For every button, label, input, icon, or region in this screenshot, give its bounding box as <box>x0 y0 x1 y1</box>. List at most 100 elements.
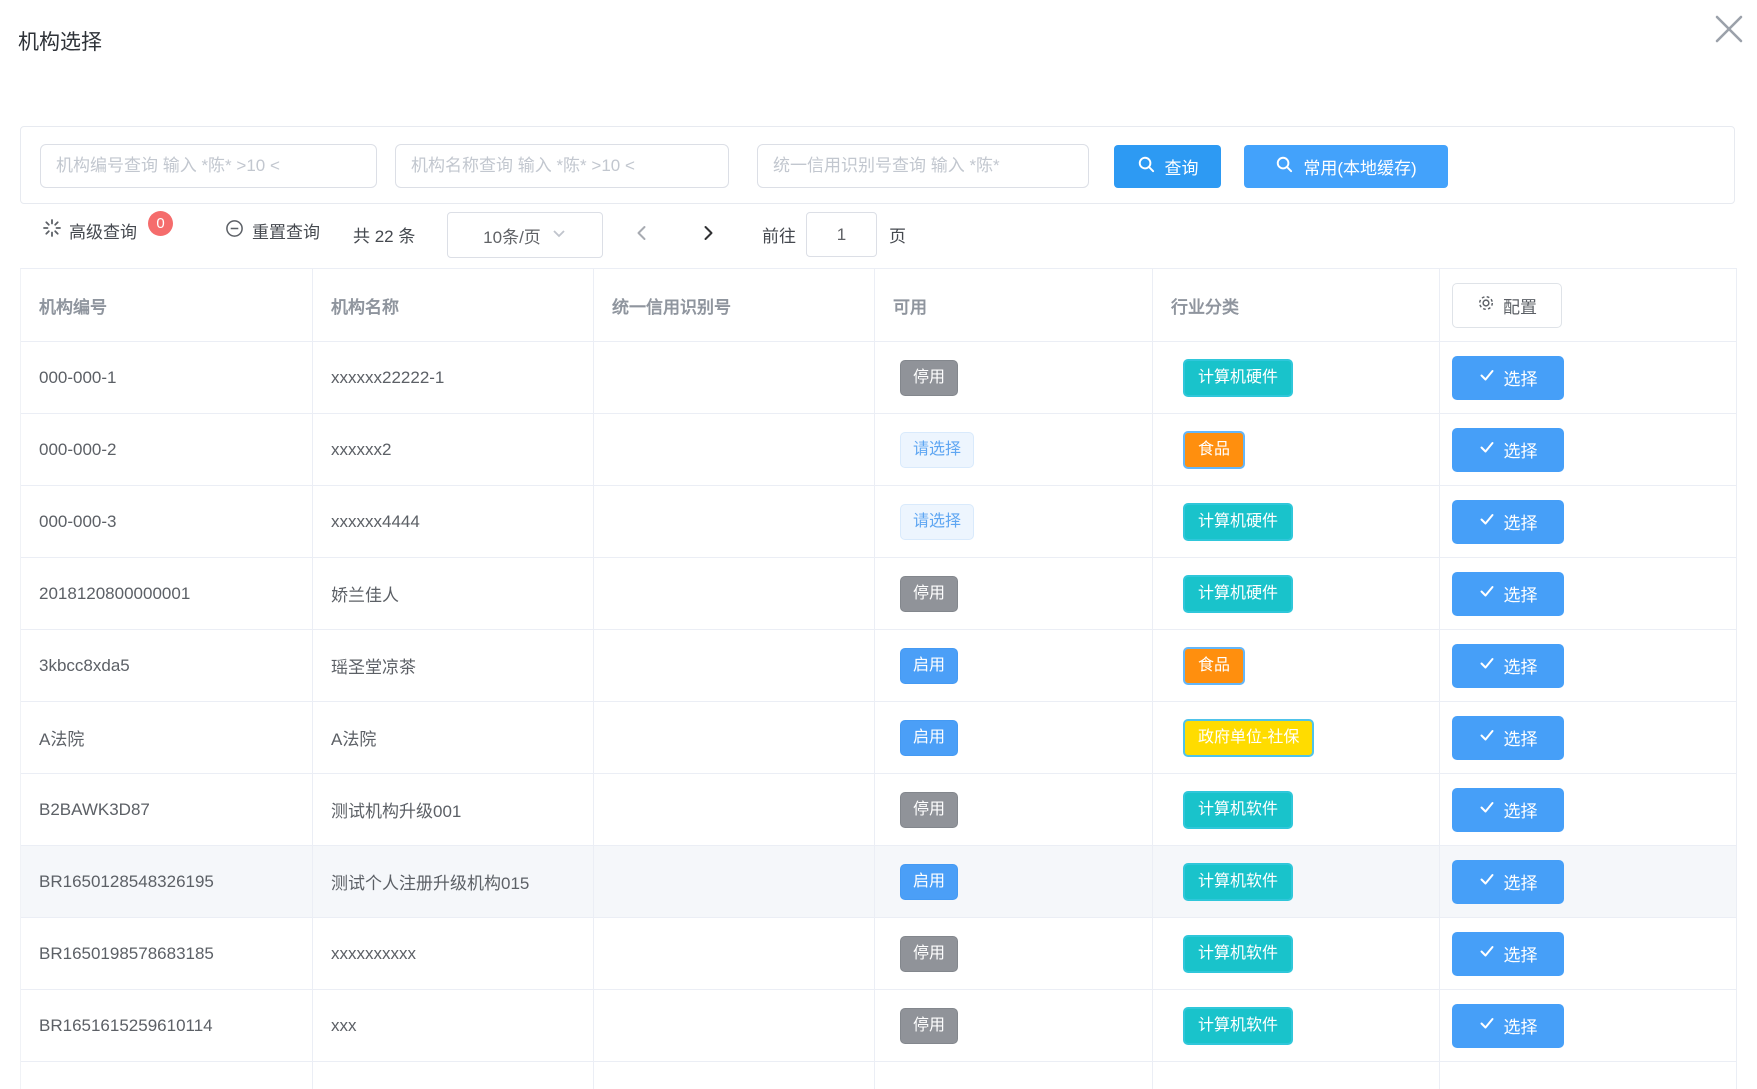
org-name-input[interactable] <box>395 144 729 188</box>
industry-cell: 计算机硬件 <box>1153 342 1440 414</box>
status-badge[interactable]: 请选择 <box>900 504 974 540</box>
status-badge[interactable]: 启用 <box>900 720 958 756</box>
industry-cell: 食品 <box>1153 630 1440 702</box>
status-badge[interactable]: 停用 <box>900 360 958 396</box>
credit-code-cell <box>594 774 875 846</box>
org-name-cell: xxxxxx2 <box>313 414 594 486</box>
common-cache-button[interactable]: 常用(本地缓存) <box>1244 145 1448 188</box>
credit-code-cell <box>594 918 875 990</box>
check-icon <box>1479 799 1495 820</box>
table-row-partial <box>21 1062 1737 1089</box>
select-button-label: 选择 <box>1504 797 1538 822</box>
industry-tag[interactable]: 计算机硬件 <box>1183 503 1293 541</box>
status-badge[interactable]: 停用 <box>900 1008 958 1044</box>
table-row: BR1651615259610114xxx停用计算机软件选择 <box>21 990 1737 1062</box>
industry-tag[interactable]: 计算机硬件 <box>1183 575 1293 613</box>
status-badge[interactable]: 启用 <box>900 864 958 900</box>
header-org-name: 机构名称 <box>313 269 594 342</box>
config-button[interactable]: 配置 <box>1452 283 1562 328</box>
page-title: 机构选择 <box>18 26 102 56</box>
advanced-query-button[interactable]: 高级查询 0 <box>42 218 173 243</box>
status-badge[interactable]: 停用 <box>900 936 958 972</box>
available-cell: 启用 <box>875 846 1153 918</box>
credit-code-cell <box>594 342 875 414</box>
industry-cell: 计算机硬件 <box>1153 486 1440 558</box>
available-cell: 停用 <box>875 342 1153 414</box>
search-icon <box>1275 155 1294 179</box>
industry-cell: 计算机软件 <box>1153 774 1440 846</box>
select-button[interactable]: 选择 <box>1452 428 1564 472</box>
select-button[interactable]: 选择 <box>1452 932 1564 976</box>
action-cell: 选择 <box>1440 486 1737 558</box>
check-icon <box>1479 871 1495 892</box>
industry-cell: 计算机软件 <box>1153 846 1440 918</box>
select-button[interactable]: 选择 <box>1452 644 1564 688</box>
available-cell: 停用 <box>875 558 1153 630</box>
table-row: 2018120800000001娇兰佳人停用计算机硬件选择 <box>21 558 1737 630</box>
check-icon <box>1479 439 1495 460</box>
table-row: 000-000-1xxxxxx22222-1停用计算机硬件选择 <box>21 342 1737 414</box>
industry-cell: 计算机硬件 <box>1153 558 1440 630</box>
credit-code-cell <box>594 486 875 558</box>
toolbar: 高级查询 0 重置查询 共 22 条 10条/页 <box>20 205 1735 267</box>
industry-tag[interactable]: 计算机软件 <box>1183 863 1293 901</box>
chevron-right-icon <box>699 224 717 247</box>
industry-tag[interactable]: 计算机软件 <box>1183 791 1293 829</box>
credit-code-input[interactable] <box>757 144 1089 188</box>
header-available: 可用 <box>875 269 1153 342</box>
search-icon <box>1137 155 1156 179</box>
select-button[interactable]: 选择 <box>1452 788 1564 832</box>
header-org-code: 机构编号 <box>21 269 313 342</box>
select-button-label: 选择 <box>1504 365 1538 390</box>
page-size-value: 10条/页 <box>483 223 541 248</box>
org-code-cell: 000-000-2 <box>21 414 313 486</box>
credit-code-cell <box>594 558 875 630</box>
available-cell: 请选择 <box>875 414 1153 486</box>
next-page-button[interactable] <box>692 219 724 251</box>
org-name-cell: 测试个人注册升级机构015 <box>313 846 594 918</box>
table-row: 3kbcc8xda5瑶圣堂凉茶启用食品选择 <box>21 630 1737 702</box>
industry-tag[interactable]: 计算机软件 <box>1183 935 1293 973</box>
advanced-query-badge: 0 <box>148 211 173 236</box>
select-button[interactable]: 选择 <box>1452 1004 1564 1048</box>
header-industry: 行业分类 <box>1153 269 1440 342</box>
credit-code-cell <box>594 990 875 1062</box>
select-button[interactable]: 选择 <box>1452 356 1564 400</box>
industry-tag[interactable]: 政府单位-社保 <box>1183 719 1314 757</box>
select-button[interactable]: 选择 <box>1452 500 1564 544</box>
industry-tag[interactable]: 食品 <box>1183 431 1245 469</box>
prev-page-button[interactable] <box>626 219 658 251</box>
org-code-cell: A法院 <box>21 702 313 774</box>
reset-query-button[interactable]: 重置查询 <box>225 218 320 243</box>
check-icon <box>1479 655 1495 676</box>
org-code-input[interactable] <box>40 144 377 188</box>
industry-cell: 食品 <box>1153 414 1440 486</box>
advanced-query-label: 高级查询 <box>69 218 137 243</box>
credit-code-cell <box>594 630 875 702</box>
select-button[interactable]: 选择 <box>1452 572 1564 616</box>
industry-tag[interactable]: 食品 <box>1183 647 1245 685</box>
table-row: B2BAWK3D87测试机构升级001停用计算机软件选择 <box>21 774 1737 846</box>
status-badge[interactable]: 请选择 <box>900 432 974 468</box>
org-name-cell: 娇兰佳人 <box>313 558 594 630</box>
industry-tag[interactable]: 计算机硬件 <box>1183 359 1293 397</box>
table-row: A法院A法院启用政府单位-社保选择 <box>21 702 1737 774</box>
table-row: BR1650198578683185xxxxxxxxxx停用计算机软件选择 <box>21 918 1737 990</box>
close-button[interactable] <box>1706 8 1752 54</box>
sparkle-icon <box>42 218 62 243</box>
status-badge[interactable]: 停用 <box>900 576 958 612</box>
query-button[interactable]: 查询 <box>1114 145 1221 188</box>
select-button[interactable]: 选择 <box>1452 716 1564 760</box>
select-button[interactable]: 选择 <box>1452 860 1564 904</box>
industry-tag[interactable]: 计算机软件 <box>1183 1007 1293 1045</box>
page-size-select[interactable]: 10条/页 <box>447 212 603 258</box>
goto-page-input[interactable] <box>806 212 877 257</box>
search-panel: 查询 常用(本地缓存) <box>20 126 1735 204</box>
status-badge[interactable]: 启用 <box>900 648 958 684</box>
action-cell: 选择 <box>1440 630 1737 702</box>
check-icon <box>1479 943 1495 964</box>
org-code-cell: BR1650128548326195 <box>21 846 313 918</box>
action-cell: 选择 <box>1440 342 1737 414</box>
status-badge[interactable]: 停用 <box>900 792 958 828</box>
org-name-cell: 测试机构升级001 <box>313 774 594 846</box>
